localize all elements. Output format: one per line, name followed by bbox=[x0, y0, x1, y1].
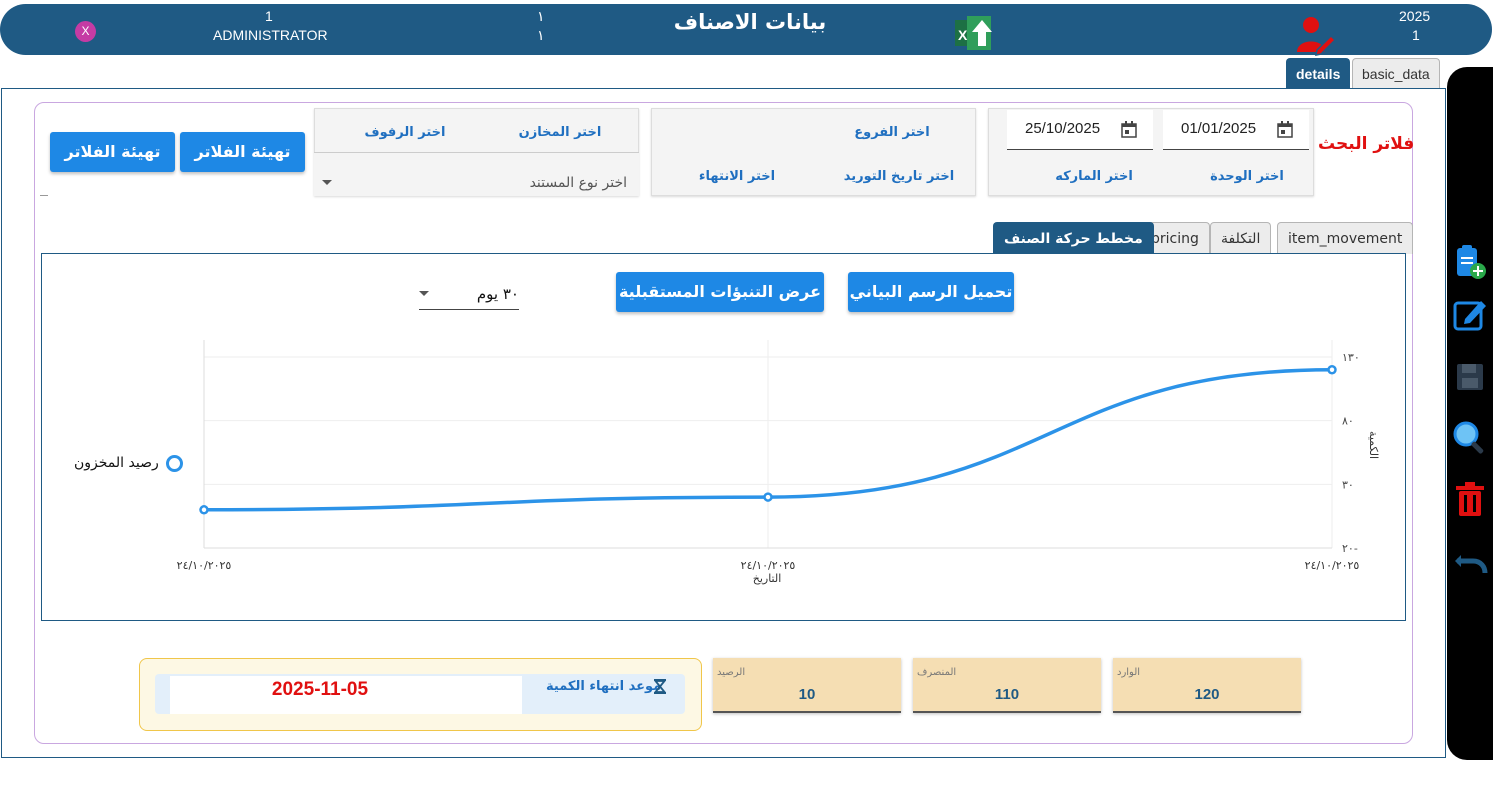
save-icon[interactable] bbox=[1451, 358, 1489, 396]
action-sidebar bbox=[1447, 67, 1493, 760]
calendar-icon[interactable] bbox=[1121, 121, 1137, 138]
chevron-down-icon bbox=[322, 180, 332, 185]
filter-group-branches: اختر الفروع اختر تاريخ التوريد اختر الان… bbox=[651, 108, 976, 196]
date-to-field[interactable]: 25/10/2025 bbox=[1007, 110, 1153, 150]
branches-filter[interactable]: اختر الفروع bbox=[812, 125, 972, 140]
expiry-date-value: 2025-11-05 bbox=[271, 679, 369, 700]
show-forecast-button[interactable]: عرض التنبؤات المستقبلية bbox=[616, 272, 824, 312]
edit-icon[interactable] bbox=[1451, 295, 1489, 333]
balance-value: 10 bbox=[798, 686, 816, 703]
legend-marker[interactable] bbox=[166, 455, 183, 472]
legend-label: رصيد المخزون bbox=[74, 455, 159, 471]
delete-icon[interactable] bbox=[1451, 481, 1489, 519]
doc-type-placeholder: اختر نوع المستند bbox=[529, 175, 627, 191]
tab-basic-data[interactable]: basic_data bbox=[1352, 58, 1440, 88]
header-user-count: 1 bbox=[265, 8, 273, 24]
header-mid-top: ١ bbox=[537, 8, 545, 24]
date-from-value: 01/01/2025 bbox=[1181, 120, 1257, 137]
expiry-filter[interactable]: اختر الانتهاء bbox=[687, 169, 787, 184]
unit-filter[interactable]: اختر الوحدة bbox=[1197, 169, 1297, 184]
tab-item-movement-chart[interactable]: مخطط حركة الصنف bbox=[993, 222, 1154, 254]
doc-type-select[interactable]: اختر نوع المستند bbox=[314, 152, 639, 196]
load-chart-button[interactable]: تحميل الرسم البياني bbox=[848, 272, 1014, 312]
header-mid-bottom: ١ bbox=[537, 27, 545, 43]
outgoing-card: المنصرف 110 bbox=[913, 658, 1101, 713]
undo-icon[interactable] bbox=[1451, 543, 1489, 581]
tab-item-movement[interactable]: item_movement bbox=[1277, 222, 1414, 254]
tab-details[interactable]: details bbox=[1286, 58, 1351, 88]
outgoing-label: المنصرف bbox=[917, 667, 957, 678]
stores-filter[interactable]: اختر المخازن bbox=[500, 125, 620, 140]
expiry-label: موعد انتهاء الكمية bbox=[546, 679, 662, 694]
shelves-filter[interactable]: اختر الرفوف bbox=[345, 125, 465, 140]
incoming-card: الوارد 120 bbox=[1113, 658, 1301, 713]
add-item-icon[interactable] bbox=[1451, 243, 1489, 281]
user-edit-icon[interactable] bbox=[1293, 14, 1335, 56]
outgoing-value: 110 bbox=[994, 686, 1020, 703]
supply-date-filter[interactable]: اختر تاريخ التوريد bbox=[824, 169, 974, 184]
balance-card: الرصيد 10 bbox=[713, 658, 901, 713]
incoming-value: 120 bbox=[1194, 686, 1220, 703]
search-icon[interactable] bbox=[1451, 419, 1489, 457]
period-value: ٣٠ يوم bbox=[476, 285, 519, 303]
app-header: 1 ADMINISTRATOR X ١ ١ بيانات الاصناف X 2… bbox=[0, 4, 1492, 56]
date-to-value: 25/10/2025 bbox=[1025, 120, 1101, 137]
close-button[interactable]: X bbox=[75, 21, 96, 42]
filters-section-label: فلاتر البحث bbox=[1318, 134, 1415, 154]
period-select[interactable]: ٣٠ يوم bbox=[419, 281, 519, 310]
page-title: بيانات الاصناف bbox=[673, 10, 827, 34]
divider bbox=[40, 195, 48, 196]
calendar-icon[interactable] bbox=[1277, 121, 1293, 138]
incoming-label: الوارد bbox=[1117, 667, 1141, 678]
header-user-name: ADMINISTRATOR bbox=[213, 27, 328, 43]
header-branch: 1 bbox=[1412, 27, 1420, 43]
balance-label: الرصيد bbox=[717, 667, 746, 678]
chevron-down-icon bbox=[419, 291, 429, 296]
reset-filters-button[interactable]: تهيئة الفلاتر bbox=[180, 132, 305, 172]
brand-filter[interactable]: اختر الماركه bbox=[1029, 169, 1159, 184]
tab-cost[interactable]: التكلفة bbox=[1210, 222, 1272, 254]
excel-export-icon[interactable]: X bbox=[955, 14, 997, 52]
date-from-field[interactable]: 01/01/2025 bbox=[1163, 110, 1309, 150]
reset-filters-button-secondary[interactable]: تهيئة الفلاتر bbox=[50, 132, 175, 172]
hourglass-icon bbox=[654, 679, 666, 694]
svg-text:X: X bbox=[958, 27, 968, 43]
header-year: 2025 bbox=[1399, 8, 1431, 24]
